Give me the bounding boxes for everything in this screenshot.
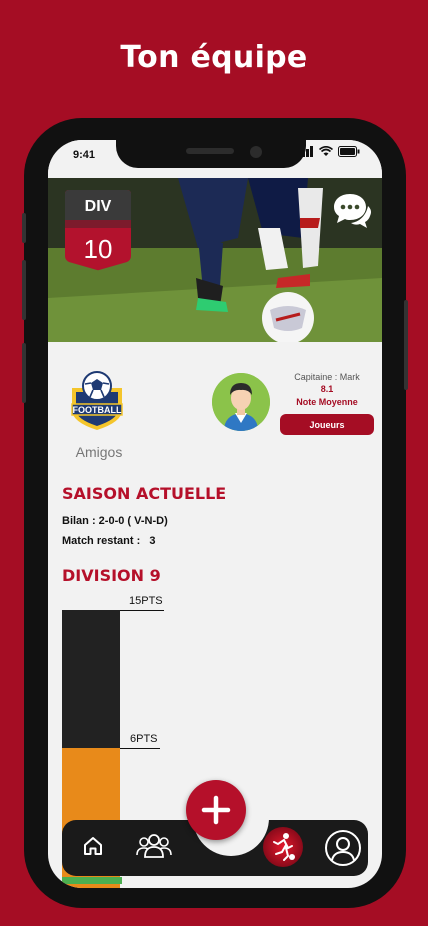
division-number: 10 xyxy=(83,234,113,264)
side-button-volume-up xyxy=(22,260,26,320)
status-time: 9:41 xyxy=(73,149,96,161)
app-screen: 9:41 DIV 10 FOOTBALL Amigos Capitaine: … xyxy=(48,140,382,888)
chat-bubbles-icon xyxy=(334,194,372,228)
front-camera xyxy=(250,146,262,158)
matches-remaining-label: Match restant : xyxy=(62,535,141,547)
side-button-mute xyxy=(22,213,26,243)
home-icon xyxy=(84,837,102,855)
add-button[interactable] xyxy=(186,780,246,840)
matches-remaining: Match restant : 3 xyxy=(62,535,155,547)
wifi-icon xyxy=(319,146,333,156)
division-title: DIVISION 9 xyxy=(62,566,161,585)
football-player-icon xyxy=(263,827,303,867)
team-points-label: 6PTS xyxy=(130,733,158,745)
speaker-grille xyxy=(186,148,234,154)
side-button-volume-down xyxy=(22,343,26,403)
team-points-line xyxy=(120,748,160,749)
nav-home[interactable] xyxy=(82,835,104,862)
nav-matches[interactable] xyxy=(262,826,304,873)
side-button-power xyxy=(404,300,408,390)
captain-label: Capitaine : Mark xyxy=(294,372,360,382)
division-badge: DIV 10 xyxy=(63,186,133,272)
team-logo: FOOTBALL xyxy=(66,370,128,432)
progress-strip xyxy=(62,877,122,884)
logo-text: FOOTBALL xyxy=(73,405,122,415)
season-title: SAISON ACTUELLE xyxy=(62,484,227,503)
players-button[interactable]: Joueurs xyxy=(280,414,374,435)
captain-rating-label: Note Moyenne xyxy=(296,397,358,407)
nav-team[interactable] xyxy=(136,831,172,866)
nav-profile[interactable] xyxy=(324,829,362,872)
avatar-man-icon xyxy=(212,373,270,431)
battery-icon xyxy=(338,146,360,157)
top-points-line xyxy=(120,610,164,611)
captain-avatar[interactable] xyxy=(212,373,270,431)
hero-title: Ton équipe xyxy=(120,40,308,75)
top-points-label: 15PTS xyxy=(129,595,163,607)
captain-info: Capitaine : Mark 8.1 Note Moyenne Joueur… xyxy=(280,372,374,435)
standings-bar-top xyxy=(62,610,120,748)
team-icon xyxy=(136,834,172,858)
plus-icon xyxy=(201,795,231,825)
profile-icon xyxy=(325,830,361,866)
chat-button[interactable] xyxy=(332,192,372,235)
team-name: Amigos xyxy=(75,444,123,460)
phone-notch xyxy=(116,140,306,168)
status-icons xyxy=(298,146,360,157)
matches-remaining-value: 3 xyxy=(149,535,156,547)
captain-rating: 8.1 xyxy=(320,384,334,394)
division-label: DIV xyxy=(84,198,112,215)
football-crest-icon: FOOTBALL xyxy=(71,371,123,430)
season-record: Bilan : 2-0-0 ( V-N-D) xyxy=(62,515,168,527)
team-banner: DIV 10 xyxy=(48,178,382,342)
